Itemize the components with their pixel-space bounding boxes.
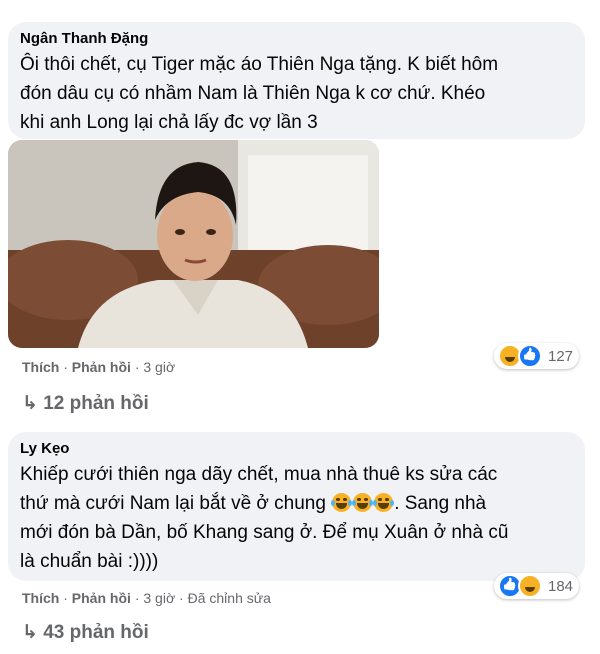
- like-link[interactable]: Thích: [22, 359, 59, 375]
- comment-line: đón dâu cụ có nhầm Nam là Thiên Nga k cơ…: [20, 83, 486, 104]
- comment-line: Khiếp cưới thiên nga dãy chết, mua nhà t…: [20, 464, 498, 485]
- comment-text: Ôi thôi chết, cụ Tiger mặc áo Thiên Nga …: [20, 50, 573, 137]
- view-replies-link[interactable]: ↳ 43 phản hồi: [22, 621, 149, 644]
- comment-actions: Thích · Phản hồi · 3 giờ · Đã chỉnh sửa: [22, 590, 271, 606]
- comment-time[interactable]: 3 giờ: [143, 590, 175, 606]
- view-replies-link[interactable]: ↳ 12 phản hồi: [22, 392, 149, 415]
- comment-author[interactable]: Ngân Thanh Đặng: [20, 30, 573, 48]
- reaction-count: 127: [548, 347, 574, 365]
- reply-link[interactable]: Phản hồi: [72, 590, 131, 606]
- reply-arrow-icon: ↳: [22, 622, 38, 643]
- comment-line: là chuẩn bài :)))): [20, 551, 159, 572]
- laughing-tears-emoji-icon: [373, 493, 395, 512]
- laughing-tears-emoji-icon: [331, 493, 353, 512]
- comment-line: khi anh Long lại chả lấy đc vợ lần 3: [20, 112, 318, 133]
- comment-text: Khiếp cưới thiên nga dãy chết, mua nhà t…: [20, 460, 573, 576]
- reaction-summary[interactable]: 127: [494, 343, 580, 369]
- comment-photo[interactable]: [8, 140, 379, 348]
- comment-line: Ôi thôi chết, cụ Tiger mặc áo Thiên Nga …: [20, 54, 499, 75]
- laughing-tears-emoji-icon: [352, 493, 374, 512]
- comment-author[interactable]: Ly Kẹo: [20, 440, 573, 458]
- comment-bubble: Ngân Thanh Đặng Ôi thôi chết, cụ Tiger m…: [8, 22, 585, 139]
- haha-reaction-icon: [518, 574, 542, 598]
- photo-illustration: [8, 140, 379, 348]
- like-reaction-icon: [518, 344, 542, 368]
- comment-line: thứ mà cưới Nam lại bắt về ở chung . San…: [20, 493, 487, 514]
- comment-line: mới đón bà Dần, bố Khang sang ở. Để mụ X…: [20, 522, 509, 543]
- reply-link[interactable]: Phản hồi: [72, 359, 131, 375]
- comment-time[interactable]: 3 giờ: [143, 359, 175, 375]
- reply-arrow-icon: ↳: [22, 393, 38, 414]
- reaction-summary[interactable]: 184: [494, 573, 580, 599]
- comment-actions: Thích · Phản hồi · 3 giờ: [22, 359, 176, 375]
- reaction-count: 184: [548, 577, 574, 595]
- like-link[interactable]: Thích: [22, 590, 59, 606]
- edited-label[interactable]: Đã chỉnh sửa: [188, 590, 271, 606]
- comment-bubble: Ly Kẹo Khiếp cưới thiên nga dãy chết, mu…: [8, 432, 585, 581]
